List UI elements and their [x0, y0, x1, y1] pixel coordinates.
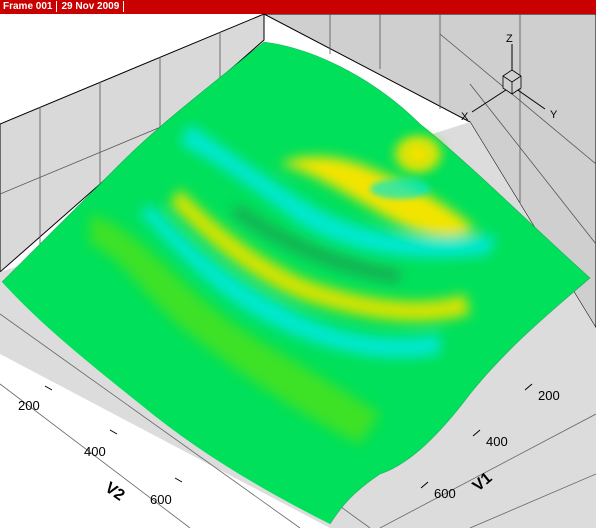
v2-tick-label: 200 [18, 398, 40, 413]
surface-plot[interactable]: 200 400 600 V2 200 400 600 V1 Z Y X [0, 14, 596, 528]
v2-tick-label: 600 [150, 492, 172, 507]
date-label: 29 Nov 2009 [61, 1, 120, 12]
v2-axis-title: V2 [102, 479, 128, 504]
triad-z-label: Z [506, 33, 513, 45]
v1-tick-label: 400 [486, 434, 508, 449]
v2-tick-label: 400 [84, 444, 106, 459]
v1-tick-label: 200 [538, 388, 560, 403]
peak [386, 128, 450, 180]
triad-x-label: X [461, 111, 469, 123]
frame-label: Frame 001 [3, 1, 53, 12]
plot-window: Frame 001 29 Nov 2009 200 400 600 V2 200… [0, 0, 596, 528]
header-separator [123, 0, 125, 12]
v1-tick-label: 600 [434, 486, 456, 501]
header-separator [56, 0, 58, 12]
peak-shadow [370, 179, 430, 199]
triad-y-label: Y [550, 109, 558, 121]
frame-header-bar: Frame 001 29 Nov 2009 [0, 0, 596, 14]
